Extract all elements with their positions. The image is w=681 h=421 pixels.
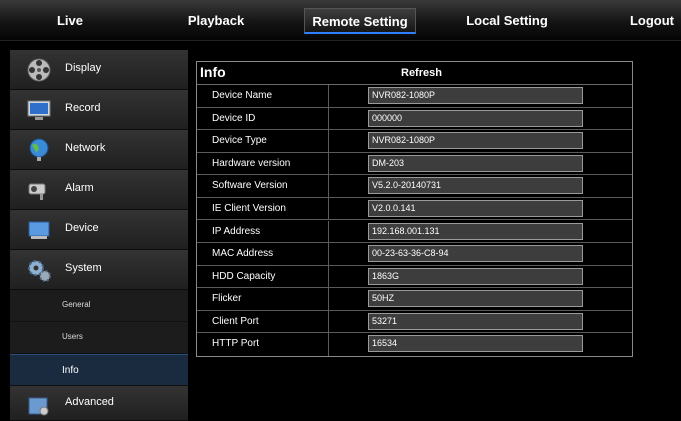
table-row: IP Address 192.168.001.131	[197, 220, 632, 244]
nav-logout[interactable]: Logout	[626, 8, 678, 34]
sidebar-item-network[interactable]: Network	[10, 130, 188, 170]
sidebar: Display Record Network Alarm Device Syst…	[10, 50, 188, 421]
monitor-icon	[27, 100, 51, 120]
table-row: Hardware version DM-203	[197, 152, 632, 176]
nav-local-setting[interactable]: Local Setting	[462, 8, 552, 34]
nav-live[interactable]: Live	[40, 8, 100, 34]
table-row: Software Version V5.2.0-20140731	[197, 175, 632, 198]
panel-title: Info	[200, 64, 226, 80]
row-value-field: NVR082-1080P	[368, 87, 583, 104]
sidebar-item-label: Record	[65, 102, 101, 114]
info-panel: Info Refresh Device Name NVR082-1080P Devi…	[196, 61, 633, 357]
sidebar-item-advanced[interactable]: Advanced	[10, 386, 188, 421]
row-label: IE Client Version	[212, 202, 286, 214]
table-row: HDD Capacity 1863G	[197, 265, 632, 289]
info-table: Device Name NVR082-1080P Device ID 000000 De…	[197, 85, 632, 356]
row-value-field: NVR082-1080P	[368, 132, 583, 150]
sidebar-item-label: Network	[65, 142, 106, 154]
column-divider	[328, 107, 329, 130]
globe-icon	[29, 138, 49, 161]
row-label: Software Version	[212, 180, 288, 192]
sidebar-item-label: Display	[65, 62, 102, 74]
column-divider	[328, 265, 329, 288]
sidebar-item-display[interactable]: Display	[10, 50, 188, 90]
row-value-field: 50HZ	[368, 290, 583, 308]
sidebar-subitem-label: Info	[62, 365, 79, 376]
row-value-field: 1863G	[368, 267, 583, 285]
sidebar-item-label: System	[65, 262, 102, 274]
row-value-field: DM-203	[368, 154, 583, 172]
sidebar-item-label: Advanced	[65, 396, 114, 408]
table-row: Flicker 50HZ	[197, 288, 632, 311]
column-divider	[328, 288, 329, 310]
camera-alarm-icon	[28, 183, 46, 200]
table-row: MAC Address 00-23-63-36-C8-94	[197, 243, 632, 266]
column-divider	[328, 197, 329, 220]
row-value-field: 16534	[368, 335, 583, 353]
row-value-field: V2.0.0.141	[368, 199, 583, 217]
advanced-icon	[28, 397, 49, 416]
column-divider	[328, 130, 329, 152]
column-divider	[328, 243, 329, 265]
row-value-field: 00-23-63-36-C8-94	[368, 245, 583, 263]
table-row: HTTP Port 16534	[197, 333, 632, 356]
row-value-field: 000000	[368, 109, 583, 127]
table-row: Device Name NVR082-1080P	[197, 85, 632, 108]
sidebar-item-label: Alarm	[65, 182, 94, 194]
table-row: Client Port 53271	[197, 310, 632, 334]
row-label: Flicker	[212, 293, 242, 305]
row-label: MAC Address	[212, 248, 274, 260]
row-label: Client Port	[212, 315, 259, 327]
row-label: IP Address	[212, 225, 261, 237]
sidebar-subitem-info[interactable]: Info	[10, 354, 188, 386]
row-value-field: 53271	[368, 312, 583, 330]
table-row: IE Client Version V2.0.0.141	[197, 197, 632, 221]
column-divider	[328, 85, 329, 107]
nav-playback[interactable]: Playback	[178, 8, 254, 34]
row-label: Device ID	[212, 112, 256, 124]
column-divider	[328, 152, 329, 175]
row-value-field: 192.168.001.131	[368, 222, 583, 240]
sidebar-subitem-label: Users	[62, 332, 83, 341]
sidebar-item-system[interactable]: System	[10, 250, 188, 290]
panel-header: Info Refresh	[197, 62, 632, 85]
table-row: Device ID 000000	[197, 107, 632, 131]
column-divider	[328, 310, 329, 333]
sidebar-item-label: Device	[65, 222, 99, 234]
row-label: HTTP Port	[212, 338, 260, 350]
sidebar-subitem-label: General	[62, 300, 91, 309]
top-nav-bar: Live Playback Remote Setting Local Setti…	[0, 0, 681, 41]
row-label: Hardware version	[212, 157, 291, 169]
column-divider	[328, 175, 329, 197]
sidebar-subitem-users[interactable]: Users	[10, 322, 188, 354]
row-label: Device Type	[212, 135, 267, 147]
sidebar-subitem-general[interactable]: General	[10, 290, 188, 322]
sidebar-item-alarm[interactable]: Alarm	[10, 170, 188, 210]
row-label: Device Name	[212, 90, 273, 101]
refresh-button[interactable]: Refresh	[401, 67, 442, 79]
column-divider	[328, 220, 329, 243]
film-reel-icon	[27, 58, 51, 82]
gears-icon	[28, 260, 51, 282]
row-label: HDD Capacity	[212, 270, 276, 282]
column-divider	[328, 333, 329, 356]
sidebar-item-record[interactable]: Record	[10, 90, 188, 130]
device-icon	[28, 221, 50, 239]
table-row: Device Type NVR082-1080P	[197, 130, 632, 153]
row-value-field: V5.2.0-20140731	[368, 177, 583, 195]
sidebar-item-device[interactable]: Device	[10, 210, 188, 250]
nav-remote-setting[interactable]: Remote Setting	[304, 8, 416, 34]
